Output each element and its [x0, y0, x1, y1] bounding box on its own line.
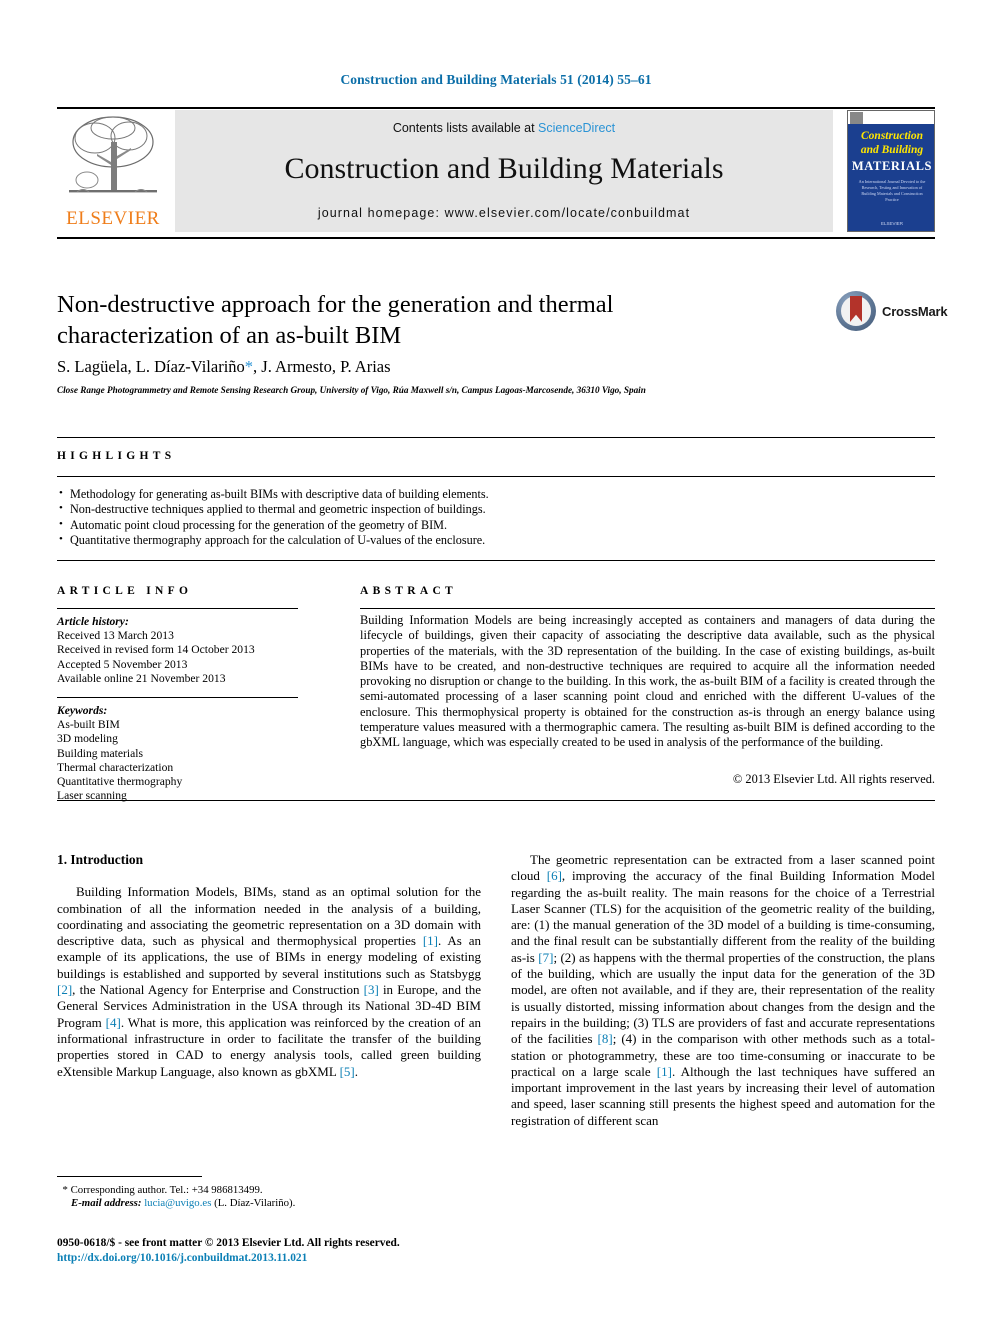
- contents-prefix: Contents lists available at: [392, 121, 539, 135]
- citation-link[interactable]: [4]: [106, 1015, 121, 1030]
- running-head: Construction and Building Materials 51 (…: [340, 72, 652, 87]
- email-label: E-mail address:: [71, 1197, 142, 1210]
- header-rule-bottom: [57, 237, 935, 239]
- cover-title-line-3: MATERIALS: [851, 159, 933, 173]
- citation-link[interactable]: [3]: [364, 982, 379, 997]
- contents-line: Contents lists available at ScienceDirec…: [175, 121, 833, 135]
- keyword-item[interactable]: Laser scanning: [57, 789, 307, 803]
- citation-link[interactable]: [1]: [657, 1064, 672, 1079]
- footnote-block: * Corresponding author. Tel.: +34 986813…: [57, 1184, 487, 1211]
- keyword-item[interactable]: As-built BIM: [57, 718, 307, 732]
- elsevier-tree-icon: [65, 112, 161, 204]
- journal-cover-thumbnail[interactable]: Construction and Building MATERIALS An I…: [847, 110, 935, 232]
- article-history-item: Accepted 5 November 2013: [57, 657, 188, 671]
- abstract-heading: ABSTRACT: [360, 585, 458, 597]
- author-affiliation: Close Range Photogrammetry and Remote Se…: [57, 385, 646, 395]
- crossmark-icon: [836, 291, 876, 331]
- elsevier-wordmark: ELSEVIER: [66, 208, 160, 229]
- header-rule-top: [57, 107, 935, 109]
- corresponding-author-marker[interactable]: *: [245, 357, 253, 376]
- keywords-rule: [57, 697, 298, 698]
- journal-homepage[interactable]: journal homepage: www.elsevier.com/locat…: [175, 206, 833, 220]
- paragraph-part: .: [354, 1063, 358, 1079]
- cover-blurb: An International Journal Devoted to the …: [858, 179, 926, 202]
- article-page: Construction and Building Materials 51 (…: [0, 0, 992, 1323]
- keyword-item[interactable]: 3D modeling: [57, 732, 307, 746]
- body-column-left: 1. Introduction Building Information Mod…: [57, 852, 481, 1080]
- paragraph: Building Information Models, BIMs, stand…: [57, 884, 481, 1080]
- authors-pre: S. Lagüela, L. Díaz-Vilariño: [57, 357, 245, 376]
- highlights-heading: HIGHLIGHTS: [57, 450, 176, 462]
- highlights-rule-mid: [57, 476, 935, 477]
- keyword-item[interactable]: Quantitative thermography: [57, 775, 307, 789]
- list-item: Methodology for generating as-built BIMs…: [57, 486, 757, 502]
- abstract-rule-bottom: [57, 800, 935, 801]
- imprint-block: 0950-0618/$ - see front matter © 2013 El…: [57, 1236, 557, 1266]
- keyword-item[interactable]: Thermal characterization: [57, 761, 307, 775]
- sciencedirect-link[interactable]: ScienceDirect: [538, 121, 615, 135]
- paragraph-part: . What is more, this application was rei…: [57, 1014, 481, 1079]
- keyword-item[interactable]: Building materials: [57, 747, 307, 761]
- cover-title-line-1: Construction: [861, 130, 923, 142]
- keywords-label: Keywords:: [57, 704, 108, 717]
- cover-publisher-badge: [850, 112, 863, 124]
- list-item: Automatic point cloud processing for the…: [57, 517, 757, 533]
- list-item: Quantitative thermography approach for t…: [57, 532, 757, 548]
- authors-post: , J. Armesto, P. Arias: [253, 357, 391, 376]
- abstract-text: Building Information Models are being in…: [360, 613, 935, 750]
- citation-link[interactable]: [2]: [57, 982, 72, 997]
- highlights-rule-top: [57, 437, 935, 438]
- article-history-item: Received in revised form 14 October 2013: [57, 643, 255, 657]
- article-history-item: Received 13 March 2013: [57, 629, 174, 643]
- article-info-rule: [57, 608, 298, 609]
- author-list: S. Lagüela, L. Díaz-Vilariño*, J. Armest…: [57, 357, 857, 377]
- footnote-rule: [57, 1176, 202, 1177]
- list-item: Non-destructive techniques applied to th…: [57, 501, 757, 517]
- section-heading-introduction: 1. Introduction: [57, 852, 144, 867]
- citation-link[interactable]: [1]: [423, 933, 438, 948]
- corresponding-author-text: Corresponding author. Tel.: +34 98681349…: [67, 1184, 263, 1196]
- journal-header: ELSEVIER Contents lists available at Sci…: [57, 110, 935, 232]
- highlights-list: Methodology for generating as-built BIMs…: [57, 486, 757, 549]
- highlights-rule-bottom: [57, 560, 935, 561]
- crossmark-label: CrossMark: [882, 304, 948, 319]
- citation-link[interactable]: [8]: [598, 1031, 613, 1046]
- article-history: Article history: Received 13 March 2013 …: [57, 615, 307, 686]
- journal-title: Construction and Building Materials: [284, 152, 724, 185]
- email-note: E-mail address: lucia@uvigo.es (L. Díaz-…: [57, 1197, 487, 1210]
- abstract-copyright: © 2013 Elsevier Ltd. All rights reserved…: [732, 772, 935, 786]
- abstract-rule: [360, 608, 935, 609]
- citation-link[interactable]: [6]: [547, 868, 562, 883]
- article-history-item: Available online 21 November 2013: [57, 671, 226, 685]
- elsevier-logo: ELSEVIER: [57, 112, 169, 232]
- email-suffix: (L. Díaz-Vilariño).: [211, 1197, 296, 1210]
- article-info-heading: ARTICLE INFO: [57, 585, 193, 597]
- doi-link[interactable]: http://dx.doi.org/10.1016/j.conbuildmat.…: [57, 1251, 557, 1266]
- body-column-right: The geometric representation can be extr…: [511, 852, 935, 1129]
- paragraph-part: Building Information Models, BIMs, stand…: [57, 884, 481, 949]
- paragraph-part: , the National Agency for Enterprise and…: [72, 982, 364, 998]
- corresponding-author-note: * Corresponding author. Tel.: +34 986813…: [57, 1184, 487, 1197]
- cover-title-line-2: and Building: [860, 144, 924, 156]
- citation-link[interactable]: [7]: [538, 950, 553, 965]
- paragraph: The geometric representation can be extr…: [511, 852, 935, 1129]
- article-title: Non-destructive approach for the generat…: [57, 291, 614, 349]
- article-history-label: Article history:: [57, 615, 129, 628]
- cover-top-strip: [848, 111, 934, 124]
- email-link[interactable]: lucia@uvigo.es: [144, 1197, 211, 1209]
- crossmark-badge[interactable]: CrossMark: [836, 291, 948, 333]
- cover-footer: ELSEVIER: [880, 221, 903, 226]
- keywords-block: Keywords: As-built BIM 3D modeling Build…: [57, 704, 307, 803]
- imprint-line: 0950-0618/$ - see front matter © 2013 El…: [57, 1237, 400, 1249]
- citation-link[interactable]: [5]: [340, 1064, 355, 1079]
- journal-header-band: Contents lists available at ScienceDirec…: [175, 110, 833, 232]
